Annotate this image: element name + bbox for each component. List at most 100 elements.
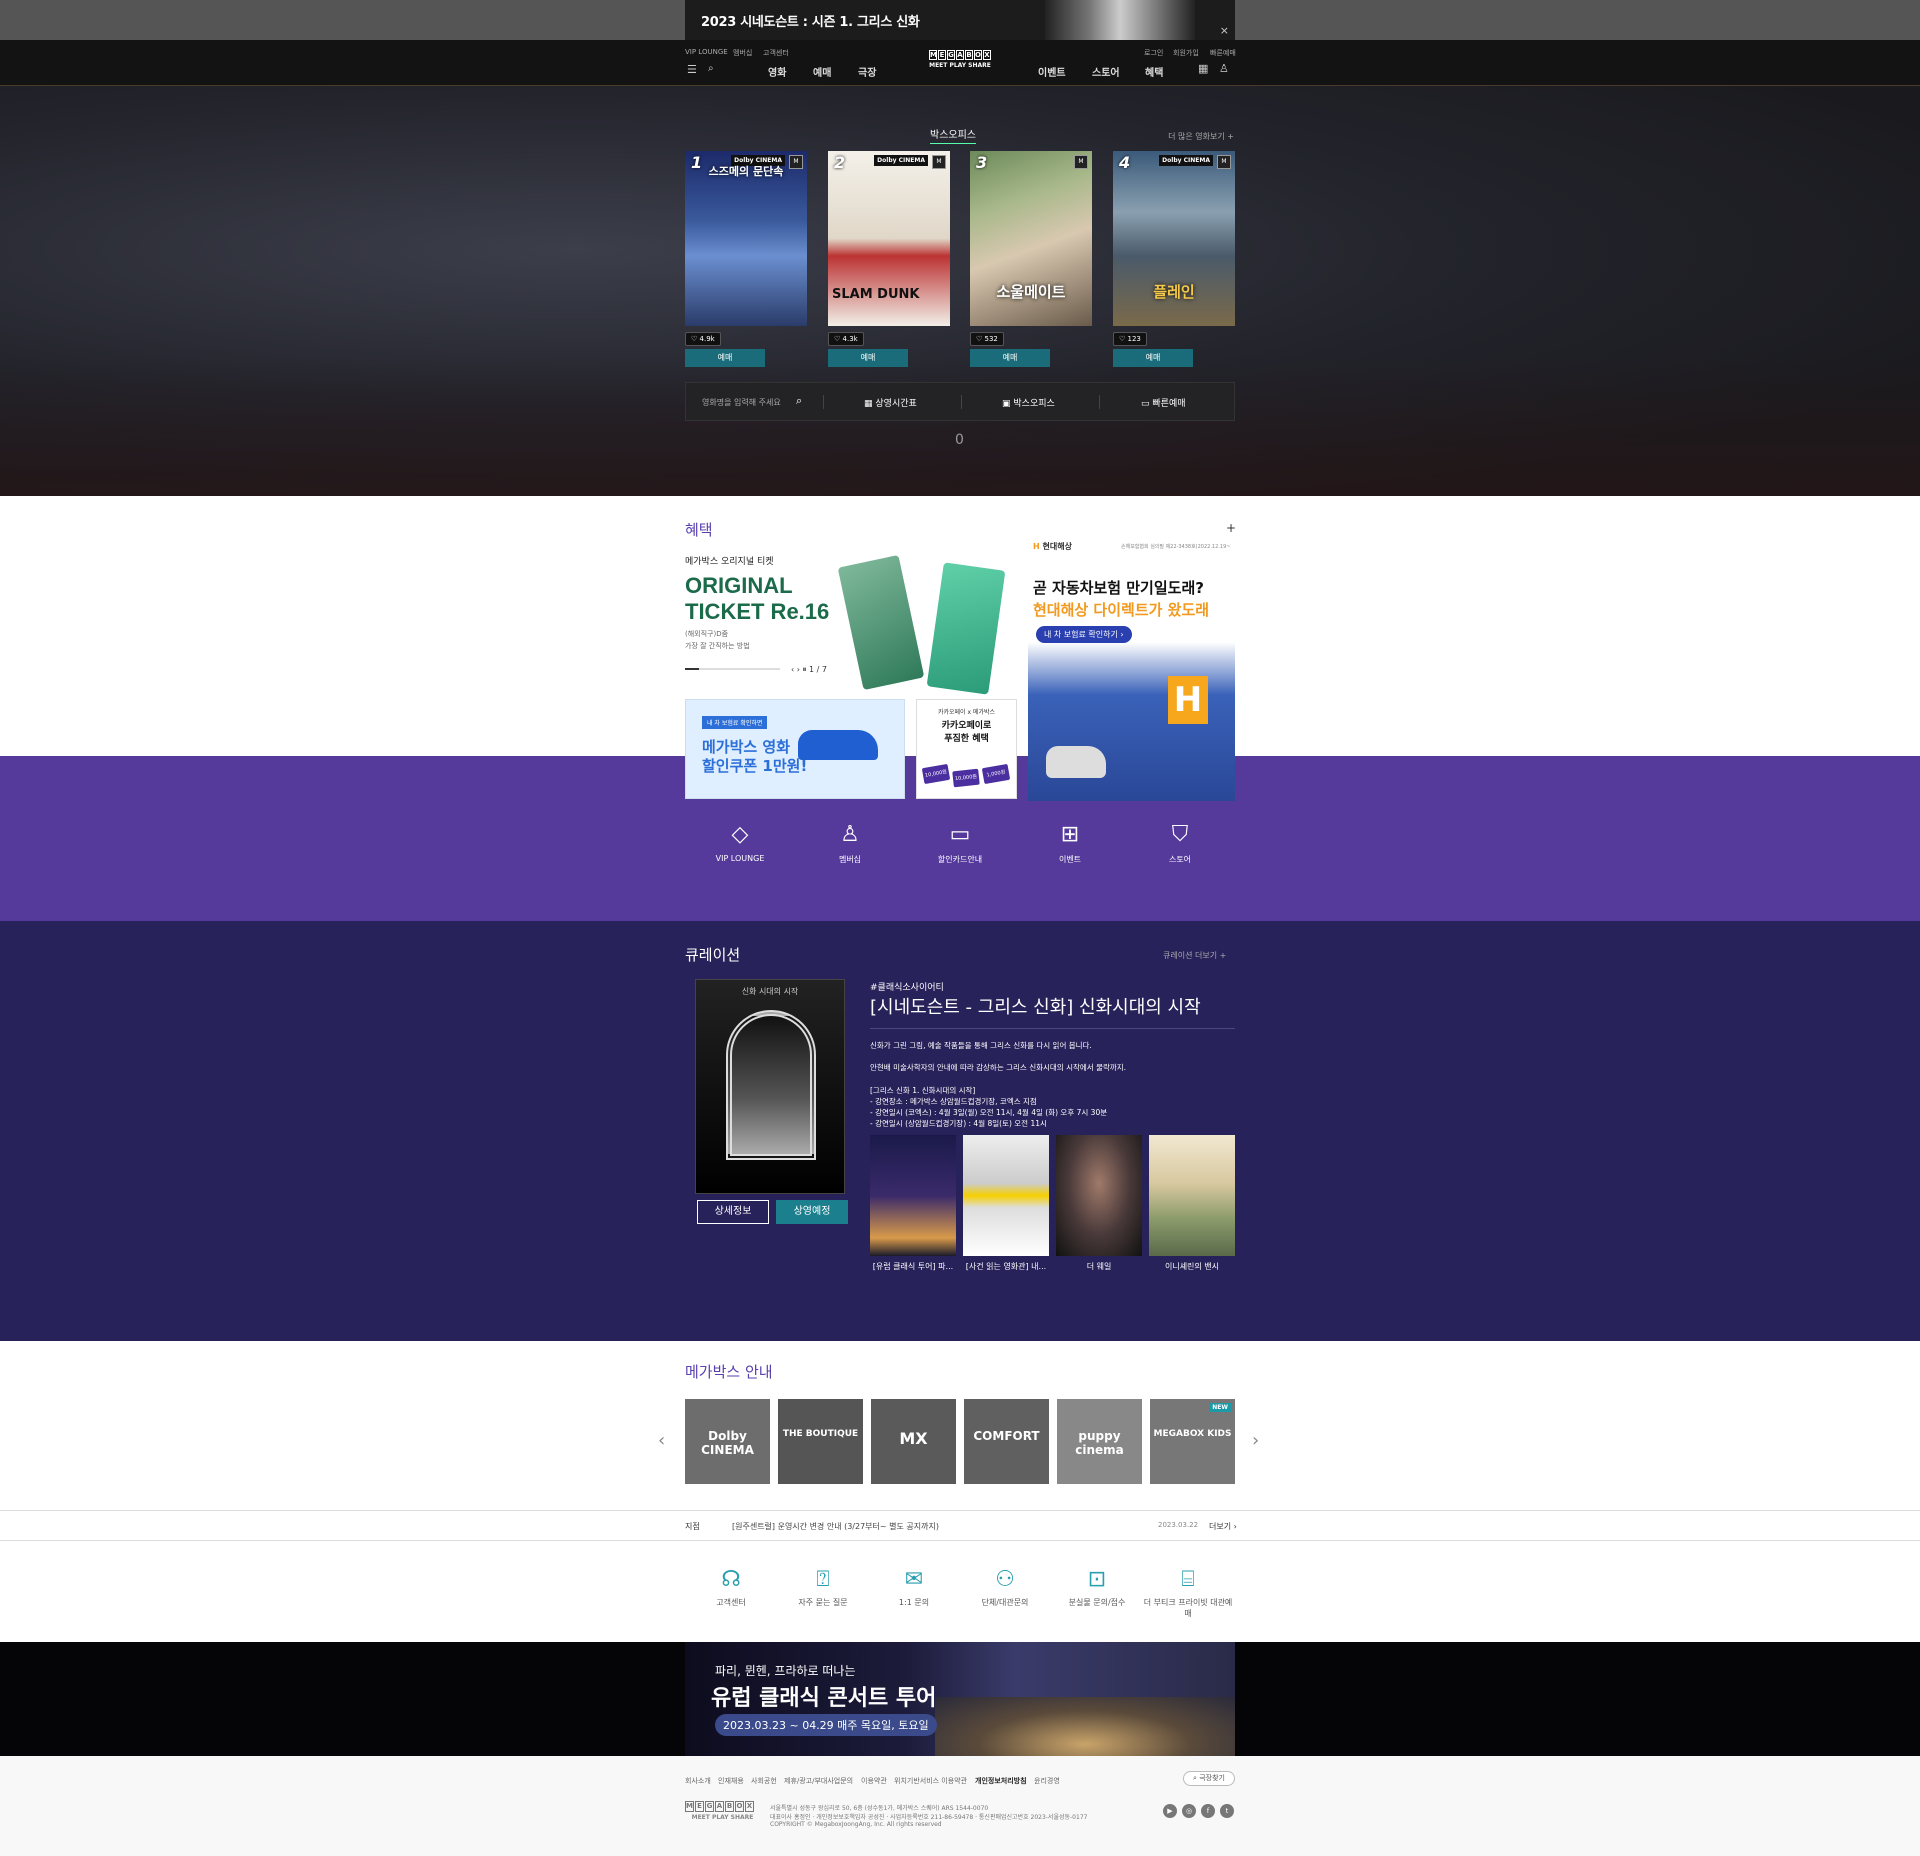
quick-book-link[interactable]: ▭ 빠른예매 (1141, 396, 1186, 409)
search-input[interactable]: 영화명을 입력해 주세요 (702, 397, 781, 408)
guide-label: Dolby CINEMA (701, 1429, 754, 1457)
footer-link[interactable]: 사회공헌 (751, 1776, 777, 1786)
footer-link[interactable]: 이용약관 (861, 1776, 887, 1786)
util-link-vip[interactable]: VIP LOUNGE (685, 48, 728, 56)
original-ticket-banner[interactable]: 메가박스 오리지널 티켓 ORIGINAL TICKET Re.16 (해외직구… (685, 540, 1020, 698)
hero-indicator[interactable]: 0 (955, 432, 964, 448)
book-button[interactable]: 예매 (828, 349, 908, 367)
footer-link[interactable]: 인재채용 (718, 1776, 744, 1786)
like-button[interactable]: ♡ 4.3k (828, 332, 864, 346)
support-inquiry[interactable]: ✉ 1:1 문의 (869, 1567, 959, 1608)
footer-link[interactable]: 개인정보처리방침 (975, 1776, 1027, 1786)
nav-theater[interactable]: 극장 (858, 64, 876, 79)
quick-vip-lounge[interactable]: ◇ VIP LOUNGE (700, 822, 780, 863)
quick-event[interactable]: ⊞ 이벤트 (1030, 822, 1110, 865)
curation-poster[interactable]: 신화 시대의 시작 (695, 979, 845, 1194)
top-ad-banner[interactable]: 2023 시네도슨트 : 시즌 1. 그리스 신화 × (0, 0, 1920, 40)
footer-link[interactable]: 위치기반서비스 이용약관 (894, 1776, 967, 1786)
like-count: 4.9k (699, 335, 715, 343)
movie-poster[interactable]: 2 Dolby CINEMA M SLAM DUNK (828, 151, 950, 326)
nav-movie[interactable]: 영화 (768, 64, 786, 79)
chevron-right-icon[interactable]: › (1252, 1430, 1259, 1451)
like-button[interactable]: ♡ 532 (970, 332, 1004, 346)
notice-text[interactable]: [원주센트럴] 운영시간 변경 안내 (3/27부터~ 별도 공지까지) (732, 1521, 939, 1532)
book-button[interactable]: 예매 (1113, 349, 1193, 367)
book-button[interactable]: 예매 (970, 349, 1050, 367)
movie-card[interactable]: 1 Dolby CINEMA M 스즈메의 문단속 ♡ 4.9k 예매 (685, 151, 807, 367)
util-link-support[interactable]: 고객센터 (763, 48, 789, 58)
signup-link[interactable]: 회원가입 (1173, 48, 1199, 58)
top-ad-inner[interactable]: 2023 시네도슨트 : 시즌 1. 그리스 신화 × (685, 0, 1235, 40)
nav-store[interactable]: 스토어 (1092, 64, 1120, 79)
book-button[interactable]: 예매 (685, 349, 765, 367)
like-button[interactable]: ♡ 4.9k (685, 332, 721, 346)
megabox-logo[interactable]: M E G A B O X MEET PLAY SHARE (924, 50, 996, 69)
curation-headline[interactable]: [시네도슨트 - 그리스 신화] 신화시대의 시작 (870, 993, 1201, 1019)
support-lost[interactable]: ⊡ 분실물 문의/접수 (1052, 1567, 1142, 1608)
footer-link[interactable]: 회사소개 (685, 1776, 711, 1786)
menu-icon[interactable]: ☰ (687, 63, 697, 76)
kakaopay-ad[interactable]: 카카오페이 x 메가박스 카카오페이로 푸짐한 혜택 10,000원 10,00… (916, 699, 1017, 799)
movie-card[interactable]: 2 Dolby CINEMA M SLAM DUNK ♡ 4.3k 예매 (828, 151, 950, 367)
nav-booking[interactable]: 예매 (813, 64, 831, 79)
guide-item-dolby[interactable]: Dolby CINEMA (685, 1399, 770, 1484)
calendar-icon[interactable]: ▦ (1198, 62, 1208, 75)
quick-discount-card[interactable]: ▭ 할인카드안내 (920, 822, 1000, 865)
youtube-icon[interactable]: ▶ (1163, 1804, 1177, 1818)
quick-store[interactable]: ⛉ 스토어 (1140, 822, 1220, 865)
movie-poster[interactable]: 4 Dolby CINEMA M 플레인 (1113, 151, 1235, 326)
hyundai-ad[interactable]: H 현대해상 손해보험협회 심의필 제22-3438호(2022.12.19~2… (1028, 536, 1235, 801)
schedule-link[interactable]: ▦ 상영시간표 (864, 396, 917, 409)
login-link[interactable]: 로그인 (1144, 48, 1163, 58)
notice-more-link[interactable]: 더보기 › (1209, 1521, 1237, 1532)
close-icon[interactable]: × (1220, 24, 1229, 37)
more-movies-link[interactable]: 더 많은 영화보기 + (1168, 131, 1234, 142)
curation-thumb[interactable]: [유럽 클래식 투어] 파... (870, 1135, 956, 1272)
chevron-left-icon[interactable]: ‹ (658, 1430, 665, 1451)
util-link-membership[interactable]: 멤버십 (733, 48, 752, 58)
like-button[interactable]: ♡ 123 (1113, 332, 1147, 346)
search-icon[interactable]: ⌕ (796, 394, 802, 408)
curation-more-link[interactable]: 큐레이션 더보기 + (1163, 950, 1226, 961)
concert-banner[interactable]: 파리, 뮌헨, 프라하로 떠나는 유럽 클래식 콘서트 투어 2023.03.2… (0, 1642, 1920, 1756)
twitter-icon[interactable]: t (1220, 1804, 1234, 1818)
support-group[interactable]: ⚇ 단체/대관문의 (960, 1567, 1050, 1608)
schedule-button[interactable]: 상영예정 (776, 1200, 848, 1224)
movie-card[interactable]: 4 Dolby CINEMA M 플레인 ♡ 123 예매 (1113, 151, 1235, 367)
footer-link[interactable]: 윤리경영 (1034, 1776, 1060, 1786)
search-icon[interactable]: ⌕ (708, 63, 714, 74)
nav-event[interactable]: 이벤트 (1038, 64, 1066, 79)
movie-poster[interactable]: 1 Dolby CINEMA M 스즈메의 문단속 (685, 151, 807, 326)
guide-item-boutique[interactable]: THE BOUTIQUE (778, 1399, 863, 1484)
coupon-ad[interactable]: 내 차 보험료 확인하면 메가박스 영화 할인쿠폰 1만원! (685, 699, 905, 799)
guide-item-mx[interactable]: MX (871, 1399, 956, 1484)
instagram-icon[interactable]: ◎ (1182, 1804, 1196, 1818)
ticket-desc-1: (해외직구)D줌 (685, 630, 729, 638)
user-icon[interactable]: ♙ (1219, 62, 1229, 75)
thumb-image (1149, 1135, 1235, 1256)
new-badge: NEW (1209, 1403, 1231, 1412)
curation-thumb[interactable]: 이니셰린의 밴시 (1149, 1135, 1235, 1272)
concert-inner[interactable]: 파리, 뮌헨, 프라하로 떠나는 유럽 클래식 콘서트 투어 2023.03.2… (685, 1642, 1235, 1756)
theater-search-button[interactable]: ⌕ 극장찾기 (1183, 1771, 1235, 1786)
movie-poster[interactable]: 3 M 소울메이트 (970, 151, 1092, 326)
curation-thumb[interactable]: [사건 읽는 영화관] 내... (963, 1135, 1049, 1272)
guide-item-puppy[interactable]: puppy cinema (1057, 1399, 1142, 1484)
nav-benefit[interactable]: 혜택 (1145, 64, 1163, 79)
slide-pager[interactable]: ‹ › ⏸ 1 / 7 (791, 665, 827, 675)
quick-membership[interactable]: ♙ 멤버십 (810, 822, 890, 865)
boxoffice-link[interactable]: ▣ 박스오피스 (1002, 396, 1055, 409)
quick-booking-link[interactable]: 빠른예매 (1210, 48, 1236, 58)
facebook-icon[interactable]: f (1201, 1804, 1215, 1818)
hyundai-cta-button[interactable]: 내 차 보험료 확인하기 › (1036, 626, 1132, 643)
support-faq[interactable]: ⍰ 자주 묻는 질문 (778, 1567, 868, 1608)
detail-button[interactable]: 상세정보 (697, 1200, 769, 1224)
curation-thumb[interactable]: 더 웨일 (1056, 1135, 1142, 1272)
guide-item-kids[interactable]: NEW MEGABOX KIDS (1150, 1399, 1235, 1484)
footer-link[interactable]: 제휴/광고/부대사업문의 (784, 1776, 853, 1786)
benefits-more-button[interactable]: + (1226, 521, 1236, 535)
support-customer-center[interactable]: ☊ 고객센터 (686, 1567, 776, 1608)
support-private[interactable]: ⌸ 더 부티크 프라이빗 대관예매 (1143, 1567, 1233, 1619)
movie-card[interactable]: 3 M 소울메이트 ♡ 532 예매 (970, 151, 1092, 367)
guide-item-comfort[interactable]: COMFORT (964, 1399, 1049, 1484)
